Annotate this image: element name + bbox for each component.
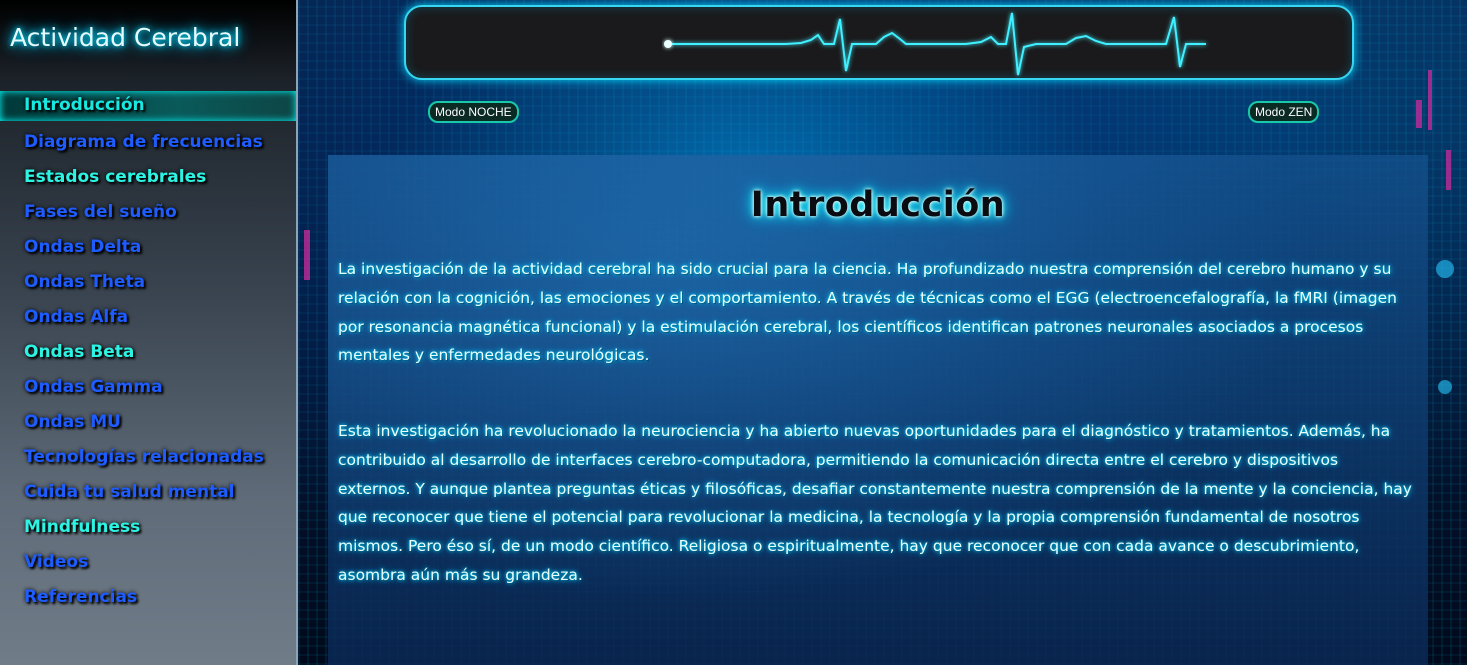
sidebar-item-fases-sueno[interactable]: Fases del sueño (0, 199, 296, 226)
sidebar-item-introduccion[interactable]: Introducción (0, 91, 296, 121)
sidebar-item-ondas-gamma[interactable]: Ondas Gamma (0, 374, 296, 401)
decor-bar (1446, 150, 1451, 190)
decor-dot (1436, 260, 1454, 278)
ekg-icon (664, 12, 1206, 76)
page-title: Introducción (750, 185, 1006, 225)
sidebar-item-diagrama-frecuencias[interactable]: Diagrama de frecuencias (0, 129, 296, 156)
ekg-monitor (404, 5, 1354, 80)
sidebar-item-ondas-delta[interactable]: Ondas Delta (0, 234, 296, 261)
sidebar-item-ondas-alfa[interactable]: Ondas Alfa (0, 304, 296, 331)
decor-dot (1438, 380, 1452, 394)
sidebar-item-mindfulness[interactable]: Mindfulness (0, 514, 296, 541)
sidebar-item-videos[interactable]: Videos (0, 549, 296, 576)
sidebar: Actividad Cerebral Introducción Diagrama… (0, 0, 298, 665)
decor-bar (1416, 100, 1422, 128)
sidebar-item-ondas-theta[interactable]: Ondas Theta (0, 269, 296, 296)
content-panel: Introducción La investigación de la acti… (328, 155, 1428, 665)
mode-zen-button[interactable]: Modo ZEN (1248, 101, 1320, 123)
mode-noche-button[interactable]: Modo NOCHE (428, 101, 519, 123)
sidebar-item-ondas-beta[interactable]: Ondas Beta (0, 339, 296, 366)
sidebar-item-estados-cerebrales[interactable]: Estados cerebrales (0, 164, 296, 191)
sidebar-item-referencias[interactable]: Referencias (0, 584, 296, 611)
sidebar-nav: Introducción Diagrama de frecuencias Est… (0, 91, 296, 619)
intro-paragraph-1: La investigación de la actividad cerebra… (338, 260, 1397, 365)
sidebar-item-ondas-mu[interactable]: Ondas MU (0, 409, 296, 436)
site-title: Actividad Cerebral (10, 23, 241, 52)
decor-bar (1428, 70, 1432, 130)
intro-paragraph-2: Esta investigación ha revolucionado la n… (338, 422, 1412, 584)
sidebar-item-salud-mental[interactable]: Cuida tu salud mental (0, 479, 296, 506)
sidebar-item-tecnologias[interactable]: Tecnologías relacionadas (0, 444, 296, 471)
decor-bar (304, 230, 310, 280)
